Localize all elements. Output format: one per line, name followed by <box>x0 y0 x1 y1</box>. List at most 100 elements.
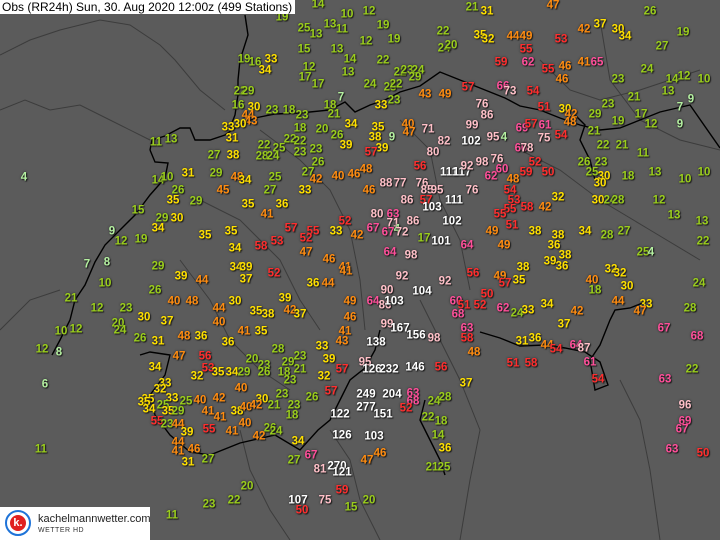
station-value: 34 <box>344 118 358 131</box>
station-value: 81 <box>313 463 327 476</box>
station-value: 27 <box>655 40 669 53</box>
station-value: 19 <box>387 33 401 46</box>
station-value: 35 <box>198 229 212 242</box>
station-value: 11 <box>636 147 650 160</box>
station-value: 41 <box>577 56 591 69</box>
station-value: 7 <box>676 101 684 114</box>
station-value: 10 <box>678 173 692 186</box>
station-value: 67 <box>366 222 380 235</box>
station-value: 22 <box>389 78 403 91</box>
station-value: 33 <box>298 184 312 197</box>
station-value: 56 <box>434 361 448 374</box>
station-value: 50 <box>696 447 710 460</box>
station-value: 44 <box>212 302 226 315</box>
station-value: 34 <box>540 298 554 311</box>
station-value: 9 <box>687 93 695 106</box>
station-value: 57 <box>524 118 538 131</box>
station-value: 40 <box>167 295 181 308</box>
station-value: 34 <box>142 403 156 416</box>
station-value: 28 <box>271 343 285 356</box>
station-value: 9 <box>388 131 396 144</box>
station-value: 19 <box>611 115 625 128</box>
station-value: 42 <box>212 392 226 405</box>
station-value: 41 <box>213 411 227 424</box>
station-value: 22 <box>436 25 450 38</box>
station-value: 13 <box>667 209 681 222</box>
station-value: 47 <box>299 246 313 259</box>
station-value: 48 <box>467 346 481 359</box>
kachelmannwetter-logo[interactable]: k. kachelmannwetter.com WETTER HD <box>0 507 151 540</box>
station-value: 57 <box>335 363 349 376</box>
station-value: 75 <box>318 494 332 507</box>
station-value: 21 <box>267 399 281 412</box>
station-value: 61 <box>538 119 552 132</box>
station-value: 102 <box>461 135 481 148</box>
station-value: 77 <box>393 177 407 190</box>
station-value: 41 <box>260 208 274 221</box>
station-value: 46 <box>187 443 201 456</box>
station-value: 102 <box>442 215 462 228</box>
station-value: 72 <box>395 226 409 239</box>
logo-name: kachelmannwetter.com <box>38 513 151 525</box>
station-value: 111 <box>445 194 463 207</box>
station-value: 46 <box>555 73 569 86</box>
station-value: 63 <box>658 373 672 386</box>
station-value: 26 <box>305 391 319 404</box>
station-value: 13 <box>309 28 323 41</box>
station-value: 8 <box>55 346 63 359</box>
station-value: 41 <box>339 265 353 278</box>
station-value: 14 <box>343 53 357 66</box>
station-value: 34 <box>148 361 162 374</box>
station-value: 62 <box>521 56 535 69</box>
station-value: 42 <box>350 229 364 242</box>
station-value: 12 <box>362 5 376 18</box>
station-value: 23 <box>387 94 401 107</box>
station-value: 35 <box>241 198 255 211</box>
station-value: 31 <box>181 456 195 469</box>
station-value: 37 <box>459 377 473 390</box>
station-value: 12 <box>114 235 128 248</box>
station-value: 51 <box>537 101 551 114</box>
station-value: 12 <box>644 118 658 131</box>
station-value: 33 <box>315 340 329 353</box>
station-value: 15 <box>131 204 145 217</box>
station-value: 11 <box>149 136 163 149</box>
station-value: 48 <box>185 295 199 308</box>
logo-k-icon: k. <box>5 510 31 536</box>
station-value: 34 <box>618 30 632 43</box>
station-value: 22 <box>696 235 710 248</box>
station-value: 31 <box>225 132 239 145</box>
station-value: 18 <box>588 284 602 297</box>
station-value: 34 <box>238 174 252 187</box>
station-value: 59 <box>335 484 349 497</box>
station-value: 10 <box>697 73 711 86</box>
station-value: 51 <box>505 219 519 232</box>
station-value: 87 <box>577 342 591 355</box>
station-value: 53 <box>554 33 568 46</box>
station-value: 58 <box>520 201 534 214</box>
station-value: 12 <box>69 323 83 336</box>
station-value: 36 <box>528 332 542 345</box>
station-value: 49 <box>485 225 499 238</box>
station-value: 20 <box>444 39 458 52</box>
station-value: 96 <box>678 399 692 412</box>
station-value: 14 <box>311 0 325 11</box>
station-value: 18 <box>282 104 296 117</box>
station-value: 59 <box>494 56 508 69</box>
station-value: 92 <box>438 275 452 288</box>
station-value: 101 <box>431 235 451 248</box>
station-value: 40 <box>234 382 248 395</box>
station-value: 29 <box>209 167 223 180</box>
station-value: 25 <box>268 171 282 184</box>
station-value: 13 <box>323 18 337 31</box>
station-value: 44 <box>611 295 625 308</box>
station-value: 39 <box>239 261 253 274</box>
station-value: 92 <box>460 160 474 173</box>
station-value: 33 <box>329 225 343 238</box>
station-value: 35 <box>512 274 526 287</box>
station-value: 80 <box>426 146 440 159</box>
station-value: 22 <box>421 411 435 424</box>
station-value: 57 <box>284 222 298 235</box>
station-value: 46 <box>343 311 357 324</box>
station-value: 32 <box>153 383 167 396</box>
